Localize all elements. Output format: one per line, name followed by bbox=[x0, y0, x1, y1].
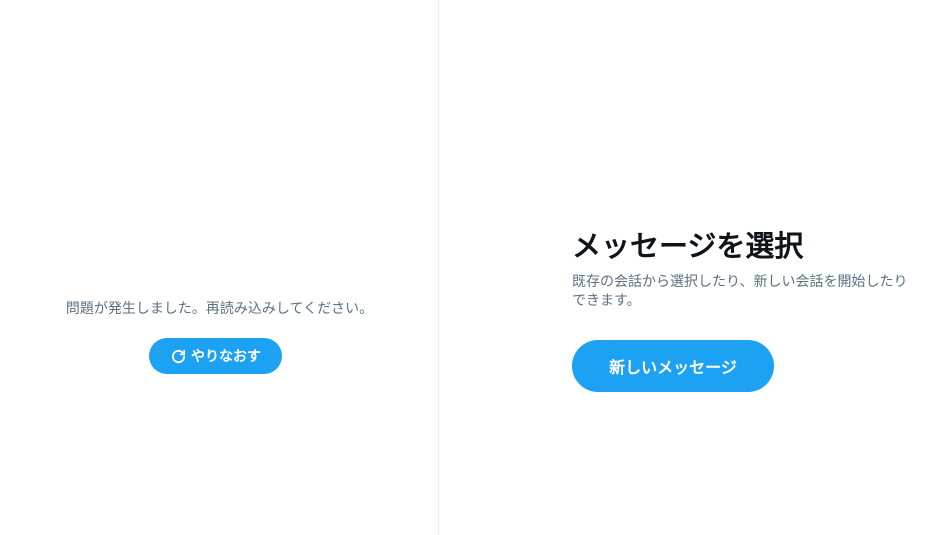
new-message-button-label: 新しいメッセージ bbox=[609, 358, 737, 377]
new-message-button[interactable]: 新しいメッセージ bbox=[572, 340, 774, 392]
conversation-detail-pane: メッセージを選択 既存の会話から選択したり、新しい会話を開始したりできます。 新… bbox=[440, 0, 927, 535]
refresh-icon bbox=[171, 349, 186, 363]
retry-button[interactable]: やりなおす bbox=[149, 338, 282, 374]
retry-button-label: やりなおす bbox=[191, 349, 261, 365]
error-message: 問題が発生しました。再読み込みしてください。 bbox=[65, 301, 374, 317]
page-title: メッセージを選択 bbox=[572, 229, 804, 263]
page-subtitle: 既存の会話から選択したり、新しい会話を開始したりできます。 bbox=[572, 274, 908, 309]
messages-page: 問題が発生しました。再読み込みしてください。 やりなおす メッセージを選択 既存… bbox=[0, 0, 927, 535]
conversation-list-pane: 問題が発生しました。再読み込みしてください。 やりなおす bbox=[0, 0, 439, 535]
